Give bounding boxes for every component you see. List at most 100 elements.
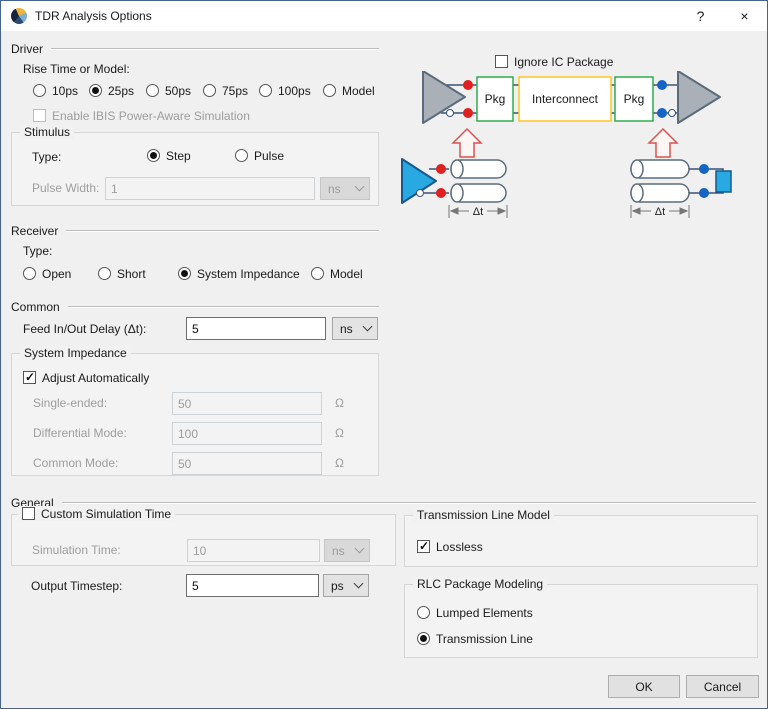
- radio-rise-time-100ps[interactable]: 100ps: [259, 83, 311, 98]
- common-mode-unit: Ω: [335, 456, 344, 470]
- ok-button[interactable]: OK: [608, 675, 680, 698]
- radio-dot: [23, 267, 36, 280]
- driver-pin-dot: [463, 108, 473, 118]
- delta-t-label: Δt: [473, 206, 483, 218]
- radio-label: 75ps: [222, 83, 249, 98]
- driver-section-label: Driver: [11, 42, 43, 56]
- inverter-bubble-icon: [668, 109, 676, 117]
- output-timestep-input[interactable]: [186, 574, 319, 597]
- receiver-section-label: Receiver: [11, 224, 59, 238]
- feed-delay-input[interactable]: [186, 317, 326, 340]
- radio-receiver-open[interactable]: Open: [23, 266, 71, 281]
- unit-value: ns: [332, 543, 345, 558]
- close-button[interactable]: ×: [722, 1, 767, 31]
- transmission-line-cylinders: [630, 159, 690, 203]
- checkbox-label: Enable IBIS Power-Aware Simulation: [52, 108, 250, 123]
- radio-dot: [417, 632, 430, 645]
- radio-dot: [323, 84, 336, 97]
- system-impedance-group-label: System Impedance: [20, 346, 131, 360]
- ibis-power-aware-checkbox: Enable IBIS Power-Aware Simulation: [33, 108, 250, 123]
- simulation-time-input: [187, 539, 320, 562]
- radio-stimulus-pulse[interactable]: Pulse: [235, 148, 284, 163]
- chevron-down-icon: [354, 181, 365, 192]
- transmission-line-model-group: Transmission Line Model Lossless: [404, 508, 758, 567]
- radio-label: 50ps: [165, 83, 192, 98]
- feed-delay-unit-select[interactable]: ns: [332, 317, 378, 340]
- receiver-section-header: Receiver: [11, 224, 379, 238]
- radio-rise-time-25ps[interactable]: 25ps: [89, 83, 134, 98]
- receiver-pin-dot: [699, 164, 709, 174]
- radio-label: 10ps: [52, 83, 79, 98]
- radio-transmission-line[interactable]: Transmission Line: [417, 631, 533, 646]
- driver-section-header: Driver: [11, 42, 379, 56]
- unit-value: ns: [328, 181, 341, 196]
- probe-arrow-icon: [451, 127, 483, 158]
- cancel-button[interactable]: Cancel: [686, 675, 759, 698]
- divider: [66, 230, 379, 232]
- radio-dot: [235, 149, 248, 162]
- custom-simulation-time-checkbox[interactable]: Custom Simulation Time: [18, 506, 176, 521]
- radio-receiver-system-impedance[interactable]: System Impedance: [178, 266, 300, 281]
- radio-label: Step: [166, 148, 191, 163]
- common-section-header: Common: [11, 300, 379, 314]
- receiver-pin-dot: [699, 188, 709, 198]
- delta-t-label: Δt: [655, 206, 665, 218]
- tdr-analysis-options-dialog: TDR Analysis Options ? × Driver Rise Tim…: [0, 0, 768, 709]
- radio-label: Model: [330, 266, 363, 281]
- radio-stimulus-step[interactable]: Step: [147, 148, 191, 163]
- radio-rise-time-50ps[interactable]: 50ps: [146, 83, 191, 98]
- driver-pin-dot: [463, 80, 473, 90]
- adjust-automatically-checkbox[interactable]: Adjust Automatically: [23, 370, 149, 385]
- checkbox-label: Lossless: [436, 539, 483, 554]
- close-icon: ×: [740, 8, 749, 24]
- help-button[interactable]: ?: [678, 1, 723, 31]
- pkg-box-label: Pkg: [624, 92, 645, 106]
- output-timestep-label: Output Timestep:: [31, 579, 123, 593]
- radio-rise-time-model[interactable]: Model: [323, 83, 375, 98]
- checkbox-label: Ignore IC Package: [514, 54, 614, 69]
- radio-dot: [203, 84, 216, 97]
- rlc-package-modeling-group: RLC Package Modeling Lumped Elements Tra…: [404, 577, 758, 658]
- radio-lumped-elements[interactable]: Lumped Elements: [417, 605, 533, 620]
- checkbox-box: [417, 539, 430, 553]
- custom-simulation-time-group: Custom Simulation Time Simulation Time: …: [11, 506, 396, 566]
- system-impedance-group: System Impedance Adjust Automatically Si…: [11, 346, 379, 476]
- differential-mode-unit: Ω: [335, 426, 344, 440]
- checkbox-box: [23, 370, 36, 384]
- differential-mode-label: Differential Mode:: [33, 426, 127, 440]
- stimulus-group: Stimulus Type: Step Pulse Pulse Width: n…: [11, 125, 379, 206]
- lossless-checkbox[interactable]: Lossless: [417, 539, 483, 554]
- chevron-down-icon: [354, 543, 365, 554]
- help-icon: ?: [696, 8, 705, 24]
- radio-label: Model: [342, 83, 375, 98]
- ignore-ic-package-checkbox[interactable]: Ignore IC Package: [495, 54, 613, 69]
- inverter-bubble-icon: [416, 189, 424, 197]
- simulation-time-unit-select: ns: [324, 539, 370, 562]
- radio-rise-time-10ps[interactable]: 10ps: [33, 83, 78, 98]
- divider: [51, 48, 379, 50]
- radio-dot: [417, 606, 430, 619]
- radio-receiver-model[interactable]: Model: [311, 266, 363, 281]
- simulation-time-label: Simulation Time:: [32, 543, 121, 557]
- title-bar[interactable]: TDR Analysis Options ? ×: [1, 1, 767, 31]
- unit-value: ps: [331, 578, 344, 593]
- probe-arrow-icon: [647, 127, 679, 158]
- stimulus-type-label: Type:: [32, 150, 62, 164]
- cancel-button-label: Cancel: [703, 679, 742, 694]
- radio-dot: [147, 149, 160, 162]
- common-section-label: Common: [11, 300, 60, 314]
- single-ended-unit: Ω: [335, 396, 344, 410]
- radio-receiver-short[interactable]: Short: [98, 266, 146, 281]
- checkbox-box: [33, 109, 46, 122]
- radio-label: Transmission Line: [436, 631, 533, 646]
- output-timestep-unit-select[interactable]: ps: [323, 574, 369, 597]
- radio-dot: [259, 84, 272, 97]
- checkbox-label: Adjust Automatically: [42, 370, 150, 385]
- radio-label: Short: [117, 266, 146, 281]
- single-ended-input: [172, 392, 322, 415]
- radio-label: 100ps: [278, 83, 311, 98]
- radio-rise-time-75ps[interactable]: 75ps: [203, 83, 248, 98]
- radio-dot: [146, 84, 159, 97]
- pulse-width-unit-select: ns: [320, 177, 370, 200]
- radio-dot: [178, 267, 191, 280]
